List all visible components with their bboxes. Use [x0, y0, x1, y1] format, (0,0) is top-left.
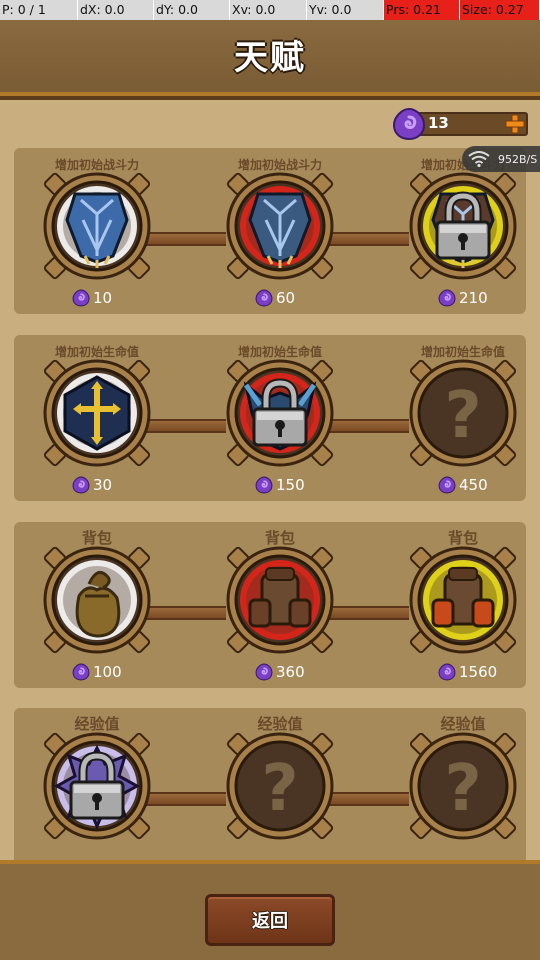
gem-icon [255, 289, 273, 307]
talent-cost-value: 450 [459, 476, 488, 494]
network-speed-toast: 952B/S [462, 146, 540, 172]
cross-shield-icon [43, 359, 151, 467]
footer: 返回 [0, 860, 540, 960]
talent-node[interactable]: 经验值 [32, 708, 162, 860]
talent-row: 增加初始生命值 30 增加初始生命值 150 增加初始生命值? 450 [14, 335, 526, 501]
add-gems-button[interactable] [504, 113, 526, 135]
backpack-gold-icon [409, 546, 517, 654]
backpack-red-icon [226, 546, 334, 654]
gem-icon [255, 476, 273, 494]
shield-blue-icon [43, 172, 151, 280]
talent-cost-value: 360 [276, 663, 305, 681]
talent-node[interactable]: 背包 360 [215, 522, 345, 688]
network-speed: 952B/S [498, 152, 538, 166]
talent-row: 经验值 经验值? 经验值? [14, 708, 526, 860]
gem-icon [392, 107, 426, 141]
talent-row: 背包 100 背包 360 背包 1560 [14, 522, 526, 688]
gem-icon [438, 476, 456, 494]
svg-text:?: ? [444, 379, 481, 453]
plus-icon [505, 114, 525, 134]
talent-node[interactable]: 增加初始生命值? 450 [398, 335, 528, 501]
talent-node[interactable]: 增加初始生命值 30 [32, 335, 162, 501]
talent-node[interactable]: 增加初始生命值 150 [215, 335, 345, 501]
debug-size: Size: 0.27 [460, 0, 540, 20]
debug-xv: Xv: 0.0 [230, 0, 307, 20]
talent-cost: 30 [72, 475, 112, 495]
talent-cost-value: 210 [459, 289, 488, 307]
back-button-label: 返回 [252, 911, 288, 932]
sack-icon [43, 546, 151, 654]
talent-cost: 210 [438, 288, 488, 308]
gem-icon [72, 476, 90, 494]
unknown-talent-icon: ? [409, 359, 517, 467]
shield-gold-icon [409, 172, 517, 280]
debug-pointer: P: 0 / 1 [0, 0, 78, 20]
talent-cost: 150 [255, 475, 305, 495]
talent-node[interactable]: 增加初始战斗力 60 [215, 148, 345, 314]
gem-icon [438, 289, 456, 307]
talent-node[interactable]: 背包 1560 [398, 522, 528, 688]
talent-cost-value: 60 [276, 289, 296, 307]
unknown-talent-icon: ? [226, 732, 334, 840]
debug-pressure: Prs: 0.21 [384, 0, 460, 20]
page-title: 天赋 [234, 38, 306, 78]
talent-cost-value: 10 [93, 289, 113, 307]
header: 天赋 [0, 20, 540, 96]
debug-dy: dY: 0.0 [154, 0, 230, 20]
talent-cost: 10 [72, 288, 112, 308]
gem-icon [255, 663, 273, 681]
talent-node[interactable]: 经验值? [215, 708, 345, 860]
talent-cost-value: 1560 [459, 663, 498, 681]
talent-node[interactable]: 经验值? [398, 708, 528, 860]
gem-icon [72, 663, 90, 681]
horned-shield-icon [226, 359, 334, 467]
debug-overlay-bar: P: 0 / 1 dX: 0.0 dY: 0.0 Xv: 0.0 Yv: 0.0… [0, 0, 540, 20]
talent-node[interactable]: 增加初始战斗力 210 [398, 148, 528, 314]
talent-cost-value: 150 [276, 476, 305, 494]
gem-icon [72, 289, 90, 307]
talent-node[interactable]: 背包 100 [32, 522, 162, 688]
back-button[interactable]: 返回 [205, 894, 335, 946]
talent-panel: 13 952B/S 增加初始战斗力 10 增加初始战斗力 60 210 增加初始… [0, 100, 540, 860]
talent-node[interactable]: 增加初始战斗力 10 [32, 148, 162, 314]
svg-text:?: ? [261, 752, 298, 826]
wifi-icon [468, 151, 490, 167]
currency-display: 13 [392, 107, 530, 141]
talent-cost: 60 [255, 288, 295, 308]
debug-dx: dX: 0.0 [78, 0, 154, 20]
talent-cost-value: 30 [93, 476, 113, 494]
talent-cost-value: 100 [93, 663, 122, 681]
shield-red-icon [226, 172, 334, 280]
xp-purple-icon [43, 732, 151, 840]
gem-icon [438, 663, 456, 681]
talent-cost: 1560 [438, 662, 497, 682]
debug-yv: Yv: 0.0 [307, 0, 384, 20]
talent-cost: 450 [438, 475, 488, 495]
talent-row: 增加初始战斗力 10 增加初始战斗力 60 增加初始战斗力 210 [14, 148, 526, 314]
unknown-talent-icon: ? [409, 732, 517, 840]
talent-cost: 360 [255, 662, 305, 682]
currency-value: 13 [428, 114, 449, 132]
talent-cost: 100 [72, 662, 122, 682]
svg-text:?: ? [444, 752, 481, 826]
